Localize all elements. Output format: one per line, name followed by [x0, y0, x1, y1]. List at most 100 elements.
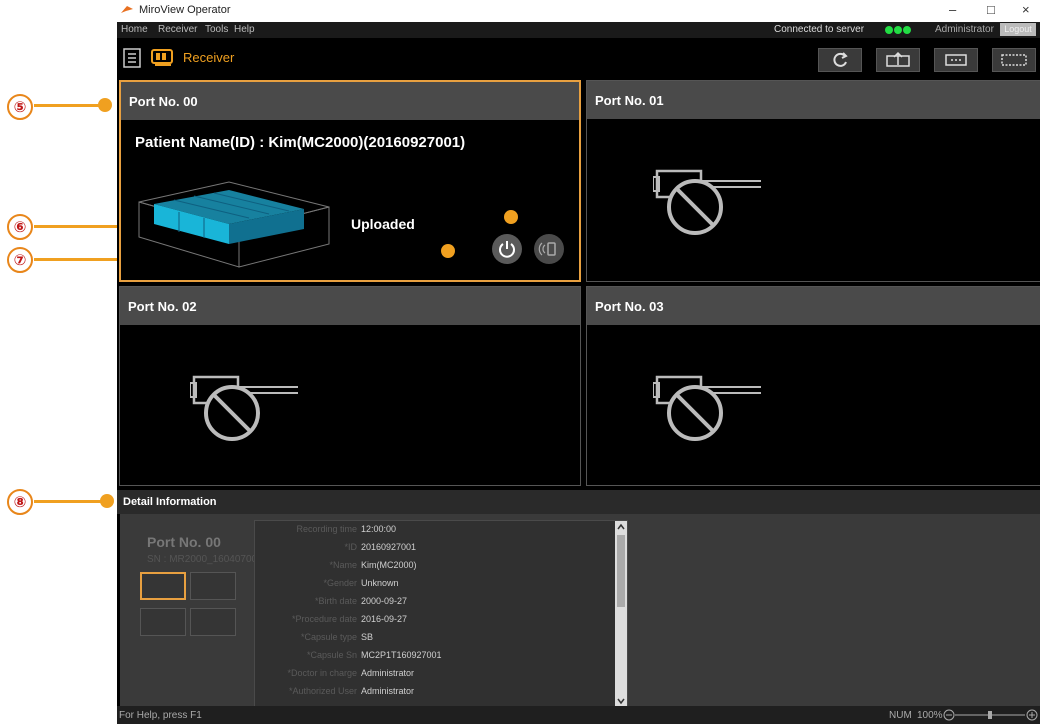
- window-title: MiroView Operator: [139, 4, 231, 16]
- port-thumbnail-03[interactable]: [190, 608, 236, 636]
- port-title: Port No. 00: [129, 94, 198, 109]
- info-row: *Birth date 2000-09-27: [255, 593, 615, 611]
- restore-button[interactable]: □: [987, 2, 995, 17]
- info-row: *Procedure date 2016-09-27: [255, 611, 615, 629]
- multi-view-button[interactable]: [992, 48, 1036, 72]
- title-bar: MiroView Operator – □ ×: [117, 0, 1040, 22]
- detail-serial-number: SN : MR2000_16040700: [147, 554, 258, 565]
- list-menu-icon[interactable]: [123, 48, 141, 68]
- scroll-thumb[interactable]: [617, 535, 625, 607]
- port-header: Port No. 00: [121, 82, 579, 120]
- app-logo-icon: [121, 6, 133, 13]
- port-thumbnail-00[interactable]: [140, 572, 186, 600]
- info-row: *Capsule Sn MC2P1T160927001: [255, 647, 615, 665]
- info-value: Administrator: [361, 668, 415, 678]
- port-panel-00[interactable]: Port No. 00 Patient Name(ID) : Kim(MC200…: [119, 80, 581, 282]
- wireless-device-icon: [538, 242, 556, 256]
- info-value: 20160927001: [361, 542, 417, 552]
- port-title: Port No. 03: [595, 299, 664, 314]
- signal-button[interactable]: [534, 234, 564, 264]
- status-bar: For Help, press F1 NUM 100%: [117, 706, 1040, 724]
- minimize-button[interactable]: –: [949, 2, 956, 17]
- zoom-slider[interactable]: [943, 709, 1039, 721]
- callout-5: ⑤: [7, 94, 33, 120]
- port-panel-03[interactable]: Port No. 03: [586, 286, 1040, 486]
- user-name: Administrator: [935, 24, 994, 35]
- menu-help[interactable]: Help: [234, 24, 255, 35]
- app-window: MiroView Operator – □ × Home Receiver To…: [117, 0, 1040, 724]
- info-label: *ID: [344, 542, 357, 552]
- info-row: *Authorized User Administrator: [255, 683, 615, 701]
- refresh-icon: [833, 52, 848, 67]
- info-value: 12:00:00: [361, 524, 397, 534]
- menu-tools[interactable]: Tools: [205, 24, 228, 35]
- port-header: Port No. 03: [587, 287, 1040, 325]
- logout-button[interactable]: Logout: [1000, 23, 1036, 36]
- help-text: For Help, press F1: [119, 710, 202, 721]
- connection-led-icon: [885, 26, 893, 34]
- port-panel-01[interactable]: Port No. 01: [586, 80, 1040, 282]
- connection-led-icon: [903, 26, 911, 34]
- power-button[interactable]: [492, 234, 522, 264]
- info-value: 2000-09-27: [361, 596, 408, 606]
- callout-line-8: [34, 500, 106, 503]
- info-row: *Name Kim(MC2000): [255, 557, 615, 575]
- info-value: Administrator: [361, 686, 415, 696]
- detail-info-list[interactable]: Recording time 12:00:00 *ID 20160927001 …: [254, 520, 628, 708]
- info-label: *Authorized User: [288, 686, 357, 696]
- info-label: *Doctor in charge: [287, 668, 357, 678]
- upload-button[interactable]: [876, 48, 920, 72]
- detail-port-title: Port No. 00: [147, 534, 221, 550]
- info-label: *Capsule type: [300, 632, 357, 642]
- port-thumbnail-01[interactable]: [190, 572, 236, 600]
- callout-dot-5: [98, 98, 112, 112]
- callout-8: ⑧: [7, 489, 33, 515]
- refresh-button[interactable]: [818, 48, 862, 72]
- info-label: *Procedure date: [291, 614, 357, 624]
- info-label: *Name: [329, 560, 357, 570]
- patient-info: Patient Name(ID) : Kim(MC2000)(201609270…: [135, 134, 466, 151]
- info-label: Recording time: [296, 524, 357, 534]
- upload-status: Uploaded: [351, 216, 415, 232]
- info-label: *Gender: [323, 578, 357, 588]
- connection-led-icon: [894, 26, 902, 34]
- connection-status: Connected to server: [774, 24, 865, 35]
- port-thumbnail-02[interactable]: [140, 608, 186, 636]
- detail-header: Detail Information: [117, 490, 1040, 514]
- scroll-up-icon[interactable]: [617, 523, 625, 531]
- info-value: Kim(MC2000): [361, 560, 417, 570]
- zoom-level: 100%: [917, 710, 943, 721]
- detail-scrollbar[interactable]: [615, 521, 627, 707]
- toolbar: Receiver: [117, 38, 1040, 76]
- scroll-down-icon[interactable]: [617, 697, 625, 705]
- info-row: *Doctor in charge Administrator: [255, 665, 615, 683]
- single-view-button[interactable]: [934, 48, 978, 72]
- multi-view-icon: [1001, 54, 1027, 66]
- page-title: Receiver: [183, 50, 235, 65]
- callout-7: ⑦: [7, 247, 33, 273]
- info-row: Recording time 12:00:00: [255, 521, 615, 539]
- power-icon: [499, 241, 515, 258]
- close-button[interactable]: ×: [1022, 2, 1030, 17]
- disconnected-receiver-icon: [653, 375, 761, 441]
- info-row: *ID 20160927001: [255, 539, 615, 557]
- port-panel-02[interactable]: Port No. 02: [119, 286, 581, 486]
- info-value: Unknown: [361, 578, 399, 588]
- port-header: Port No. 01: [587, 81, 1040, 119]
- info-row: *Gender Unknown: [255, 575, 615, 593]
- port-title: Port No. 02: [128, 299, 197, 314]
- menu-receiver[interactable]: Receiver: [158, 24, 197, 35]
- info-label: *Birth date: [314, 596, 357, 606]
- disconnected-receiver-icon: [190, 375, 298, 441]
- info-row: *Capsule type SB: [255, 629, 615, 647]
- info-value: 2016-09-27: [361, 614, 408, 624]
- port-header: Port No. 02: [120, 287, 580, 325]
- menu-home[interactable]: Home: [121, 24, 148, 35]
- detail-panel: Port No. 00 SN : MR2000_16040700 Recordi…: [120, 514, 1040, 708]
- callout-6: ⑥: [7, 214, 33, 240]
- info-value: MC2P1T160927001: [361, 650, 442, 660]
- callout-line-5: [34, 104, 104, 107]
- detail-title: Detail Information: [123, 496, 217, 508]
- callout-dot-8: [100, 494, 114, 508]
- callout-dot-6: [504, 210, 518, 224]
